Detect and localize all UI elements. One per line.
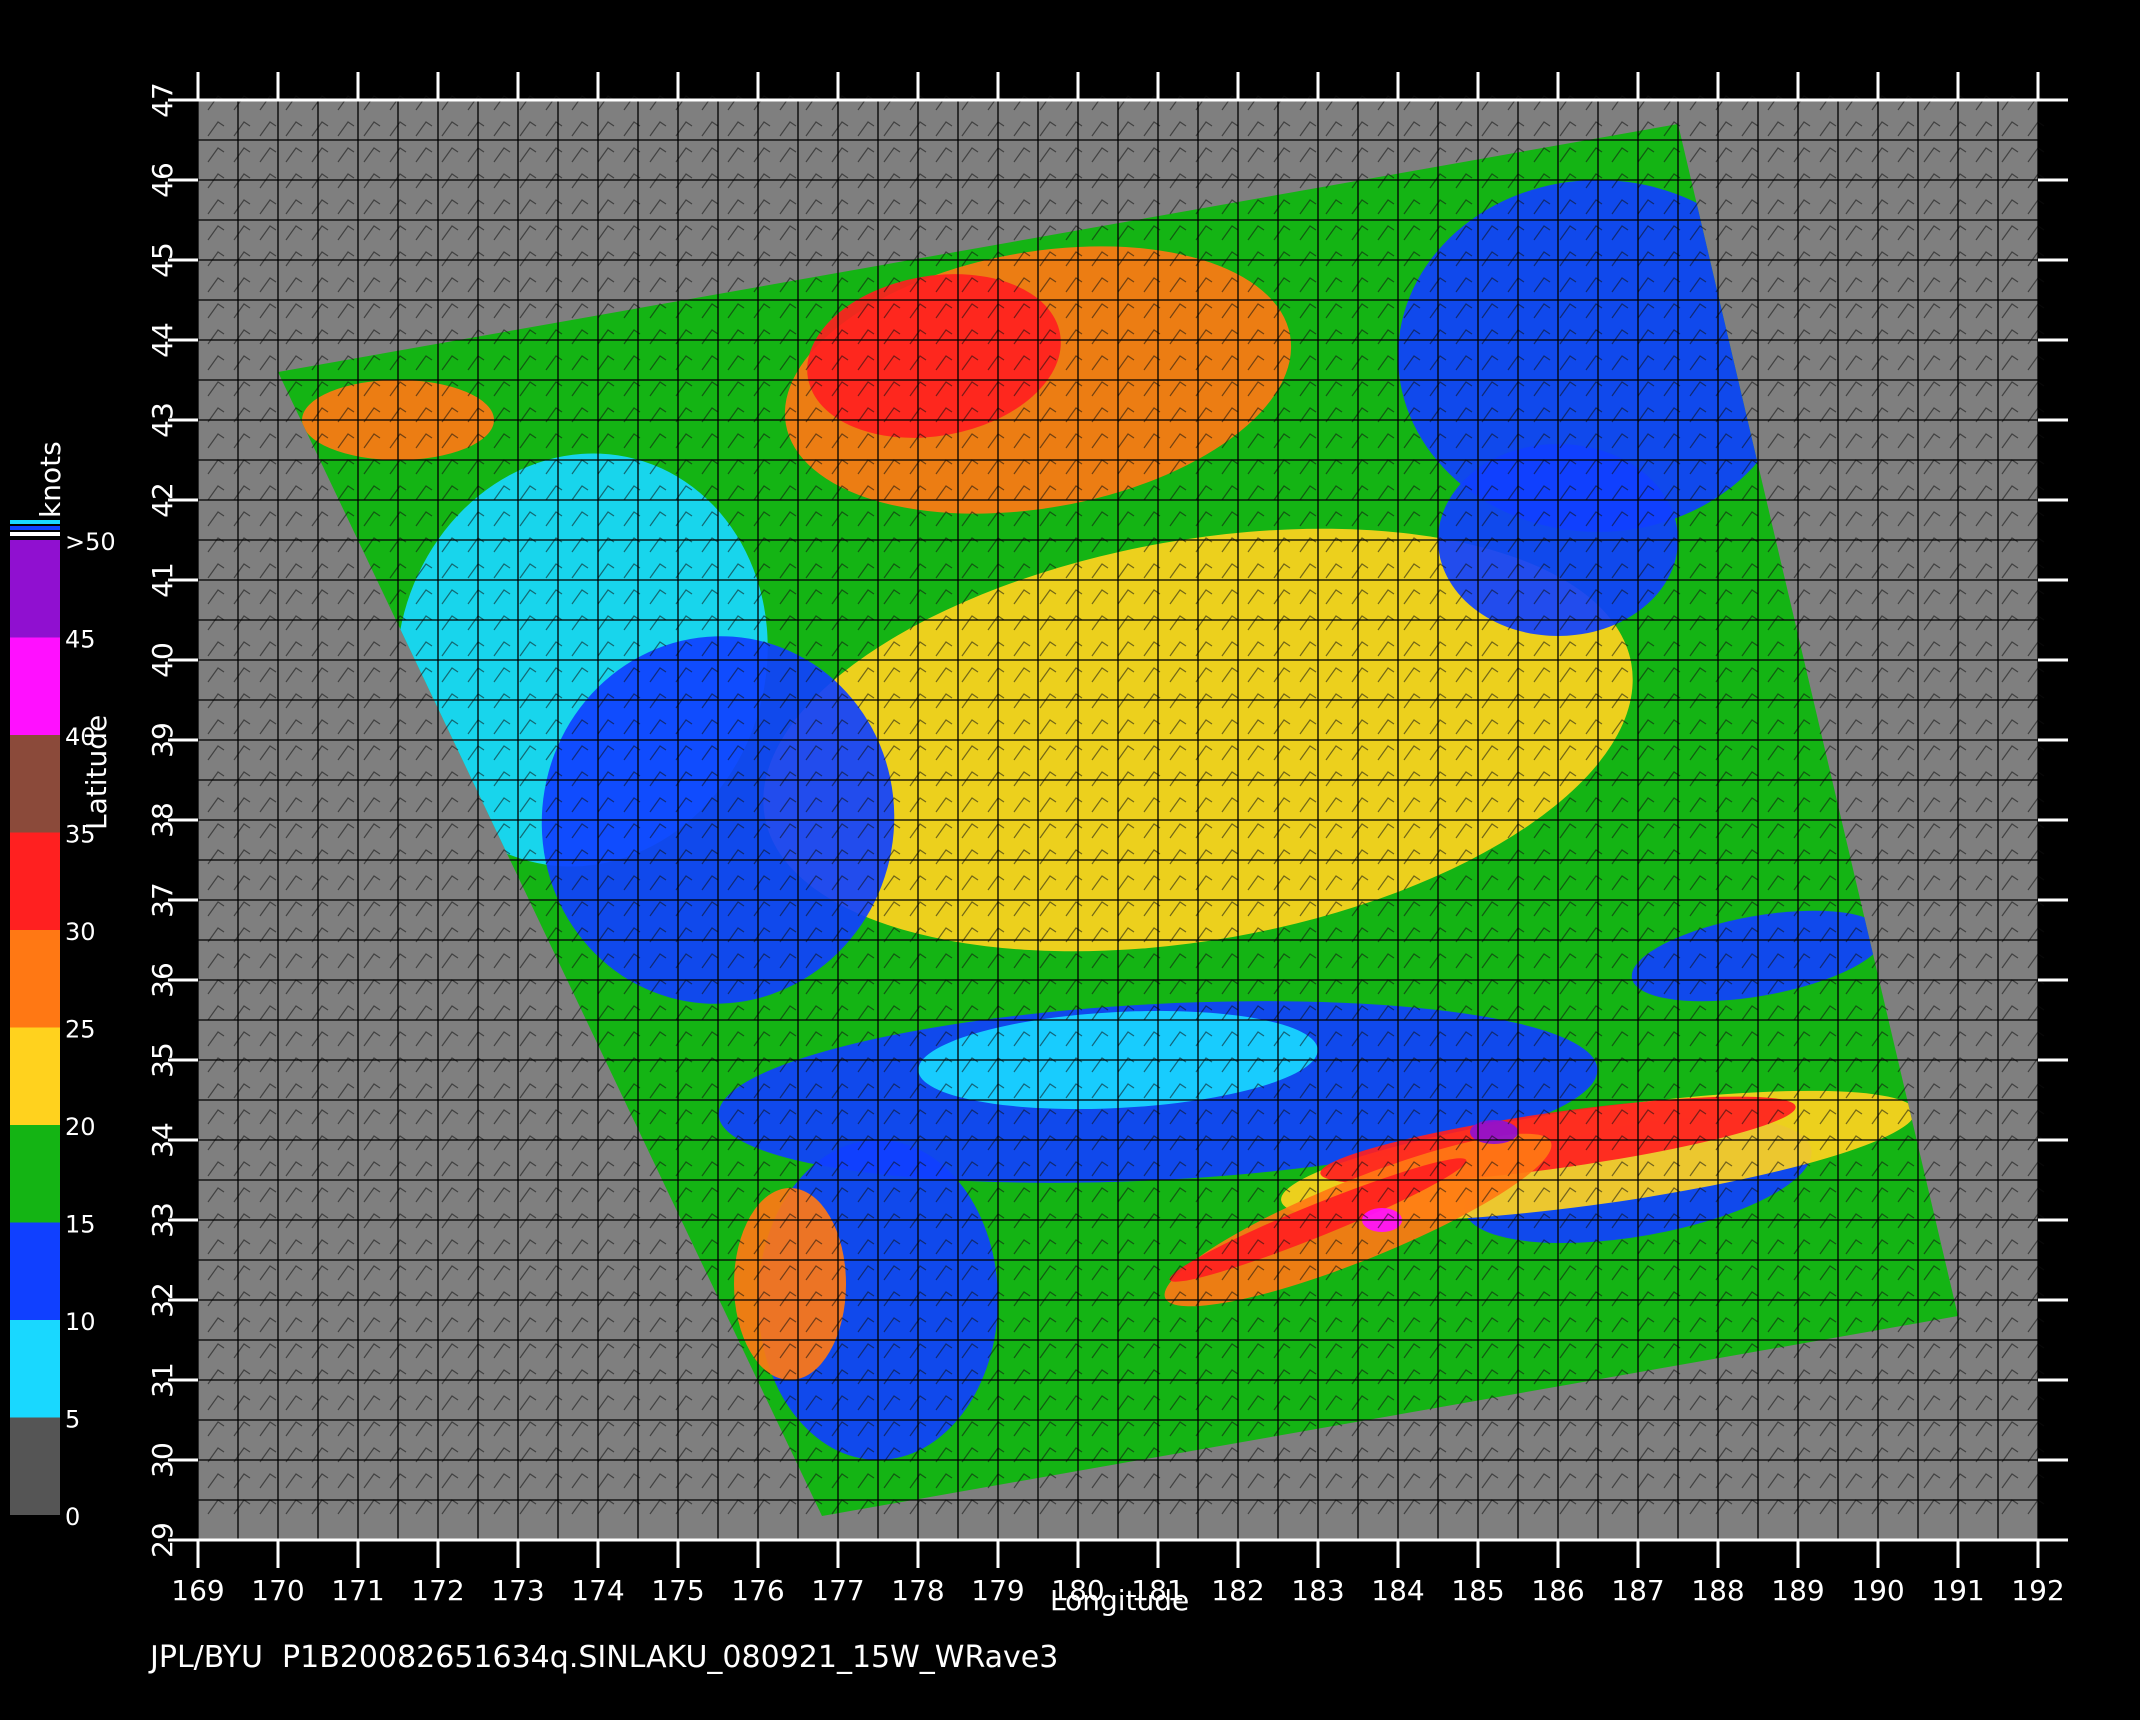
colorbar-cap-blue [10, 526, 60, 530]
lat-tick-label: 30 [146, 1442, 179, 1478]
lat-tick-label: 43 [146, 402, 179, 438]
lat-tick-label: 31 [146, 1362, 179, 1398]
lat-tick-label: 41 [146, 562, 179, 598]
colorbar-segment [10, 637, 60, 735]
lat-tick-label: 29 [146, 1522, 179, 1558]
footer-caption: JPL/BYU P1B20082651634q.SINLAKU_080921_1… [150, 1640, 1059, 1675]
lon-tick-label: 182 [1211, 1574, 1264, 1607]
lon-tick-label: 188 [1691, 1574, 1744, 1607]
lon-tick-label: 177 [811, 1574, 864, 1607]
lat-tick-label: 38 [146, 802, 179, 838]
colorbar-segment [10, 1417, 60, 1515]
lon-tick-label: 179 [971, 1574, 1024, 1607]
orange-southwest [734, 1188, 846, 1380]
colorbar-unit-label: knots [34, 441, 67, 518]
colorbar-segment [10, 930, 60, 1028]
lat-tick-label: 42 [146, 482, 179, 518]
colorbar-label: 20 [65, 1113, 96, 1141]
lon-tick-label: 178 [891, 1574, 944, 1607]
colorbar-segment [10, 540, 60, 638]
lat-tick-label: 45 [146, 242, 179, 278]
colorbar-label: 15 [65, 1211, 96, 1239]
colorbar-label: >50 [65, 528, 116, 556]
lat-tick-label: 47 [146, 82, 179, 118]
lon-tick-label: 173 [491, 1574, 544, 1607]
colorbar-segment [10, 832, 60, 930]
lon-tick-label: 175 [651, 1574, 704, 1607]
lat-tick-label: 36 [146, 962, 179, 998]
lon-tick-label: 170 [251, 1574, 304, 1607]
lon-tick-label: 176 [731, 1574, 784, 1607]
colorbar-label: 25 [65, 1016, 96, 1044]
lat-tick-label: 35 [146, 1042, 179, 1078]
lon-tick-label: 190 [1851, 1574, 1904, 1607]
colorbar-cap-white [10, 532, 60, 536]
colorbar-label: 10 [65, 1308, 96, 1336]
colorbar-label: 45 [65, 626, 96, 654]
lon-tick-label: 191 [1931, 1574, 1984, 1607]
colorbar-segment [10, 735, 60, 833]
lon-tick-label: 189 [1771, 1574, 1824, 1607]
colorbar-label: 30 [65, 918, 96, 946]
lat-tick-label: 33 [146, 1202, 179, 1238]
lon-tick-label: 186 [1531, 1574, 1584, 1607]
lon-tick-label: 172 [411, 1574, 464, 1607]
lon-tick-label: 169 [171, 1574, 224, 1607]
colorbar-segment [10, 1320, 60, 1418]
colorbar-segment [10, 1125, 60, 1223]
lon-tick-label: 183 [1291, 1574, 1344, 1607]
colorbar-label: 0 [65, 1503, 80, 1531]
x-axis-label: Longitude [1050, 1584, 1190, 1617]
lat-tick-label: 37 [146, 882, 179, 918]
colorbar-label: 5 [65, 1406, 80, 1434]
lat-tick-label: 32 [146, 1282, 179, 1318]
colorbar-segment [10, 1222, 60, 1320]
lat-tick-label: 46 [146, 162, 179, 198]
lat-tick-label: 44 [146, 322, 179, 358]
lon-tick-label: 174 [571, 1574, 624, 1607]
lon-tick-label: 171 [331, 1574, 384, 1607]
y-axis-label: Latitude [80, 714, 113, 830]
lon-tick-label: 192 [2011, 1574, 2064, 1607]
lon-tick-label: 184 [1371, 1574, 1424, 1607]
colorbar-segment [10, 1027, 60, 1125]
lon-tick-label: 187 [1611, 1574, 1664, 1607]
lat-tick-label: 39 [146, 722, 179, 758]
wind-map: 169 170 171 172 173 174 175 176 177 178 179 180 181 1… [10, 72, 2068, 1607]
lat-tick-label: 40 [146, 642, 179, 678]
colorbar-cap-cyan [10, 520, 60, 524]
lon-tick-label: 185 [1451, 1574, 1504, 1607]
lat-tick-label: 34 [146, 1122, 179, 1158]
